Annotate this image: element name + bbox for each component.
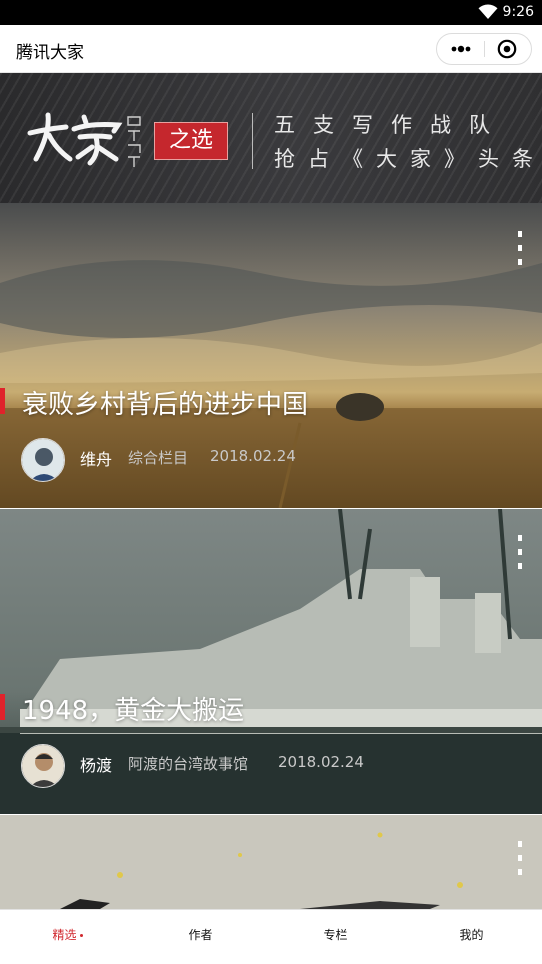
more-vertical-icon[interactable] [514, 231, 526, 265]
tab-label: 专栏 [323, 928, 348, 942]
tab-featured[interactable]: 精选 [0, 910, 135, 964]
article-card[interactable]: 衰败乡村背后的进步中国 维舟 综合栏目 2018.02.24 [0, 203, 542, 508]
more-vertical-icon[interactable] [514, 841, 526, 875]
column-name: 阿渡的台湾故事馆 [128, 755, 249, 773]
tab-label: 我的 [459, 928, 484, 942]
wifi-icon [478, 4, 498, 20]
status-bar: 9:26 [0, 0, 542, 25]
publish-date: 2018.02.24 [210, 447, 296, 465]
target-close-icon[interactable] [485, 34, 531, 64]
capsule-menu [436, 33, 532, 65]
title-accent-bar [0, 694, 5, 720]
article-title[interactable]: 1948，黄金大搬运 [22, 690, 244, 727]
article-card[interactable]: 1948，黄金大搬运 杨渡 阿渡的台湾故事馆 2018.02.24 [0, 509, 542, 814]
collection-dajia-mark [127, 116, 141, 167]
author-name[interactable]: 维舟 [80, 446, 112, 470]
author-avatar[interactable] [21, 438, 65, 482]
active-dot-icon [79, 934, 83, 937]
article-cover-image [0, 815, 542, 909]
article-card[interactable] [0, 815, 542, 909]
more-vertical-icon[interactable] [514, 535, 526, 569]
selection-badge: 之选 [154, 122, 228, 160]
tab-mine[interactable]: 我的 [404, 910, 539, 964]
title-accent-bar [0, 388, 5, 414]
promo-banner[interactable]: 之选 五支写作战队 抢占《大家》头条 [0, 73, 542, 203]
banner-headline-1: 五支写作战队 [274, 113, 508, 137]
author-name[interactable]: 杨渡 [80, 752, 112, 776]
tab-label: 精选 [52, 928, 77, 942]
article-title[interactable]: 衰败乡村背后的进步中国 [22, 384, 308, 421]
banner-divider [252, 113, 253, 169]
more-dots-icon[interactable] [437, 34, 484, 64]
author-avatar[interactable] [21, 744, 65, 788]
banner-headline-2: 抢占《大家》头条 [274, 147, 542, 171]
tab-label: 作者 [188, 928, 213, 942]
column-name: 综合栏目 [128, 449, 189, 467]
dajia-logo [27, 112, 123, 166]
status-time: 9:26 [502, 4, 534, 20]
tab-authors[interactable]: 作者 [133, 910, 268, 964]
bottom-tab-bar: 精选 作者 专栏 我的 [0, 909, 542, 964]
tab-columns[interactable]: 专栏 [268, 910, 403, 964]
mini-program-title-bar: 腾讯大家 [0, 25, 542, 73]
publish-date: 2018.02.24 [278, 753, 364, 771]
page-title: 腾讯大家 [16, 43, 84, 63]
